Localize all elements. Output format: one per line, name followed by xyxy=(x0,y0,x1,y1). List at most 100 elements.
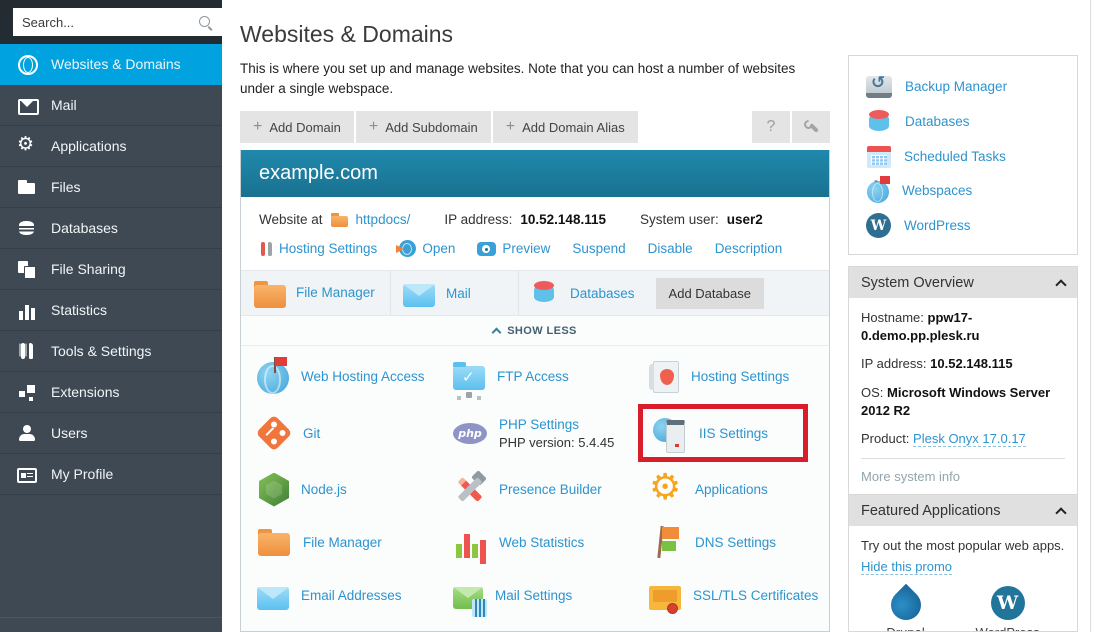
feature-ssl-certificates[interactable]: SSL/TLS Certificates xyxy=(647,569,829,622)
feature-web-hosting-access[interactable]: Web Hosting Access xyxy=(255,350,451,403)
search-input[interactable] xyxy=(22,15,198,30)
sidebar-item-files[interactable]: Files xyxy=(0,167,222,208)
certificate-icon xyxy=(649,586,681,610)
feature-label: Email Addresses xyxy=(301,588,402,603)
feature-ftp-access[interactable]: FTP Access xyxy=(451,350,647,403)
scrollbar-track[interactable] xyxy=(1090,0,1091,632)
feature-email-addresses[interactable]: Email Addresses xyxy=(255,569,451,622)
quick-link-scheduled-tasks[interactable]: Scheduled Tasks xyxy=(849,139,1077,173)
sidebar-item-file-sharing[interactable]: File Sharing xyxy=(0,249,222,290)
file-manager-shortcut[interactable]: File Manager xyxy=(241,271,391,315)
mail-icon xyxy=(403,284,435,307)
search-box[interactable] xyxy=(13,8,222,36)
database-icon xyxy=(531,279,559,307)
sidebar-item-applications[interactable]: Applications xyxy=(0,126,222,167)
feature-applications[interactable]: Applications xyxy=(647,463,829,516)
sidebar-item-tools-settings[interactable]: Tools & Settings xyxy=(0,331,222,372)
feature-dns-settings[interactable]: DNS Settings xyxy=(647,516,829,569)
add-database-button[interactable]: Add Database xyxy=(656,278,764,309)
sidebar-item-extensions[interactable]: Extensions xyxy=(0,372,222,413)
docroot-link[interactable]: httpdocs/ xyxy=(356,212,411,227)
system-overview-header[interactable]: System Overview xyxy=(849,267,1077,298)
collapse-icon[interactable] xyxy=(1055,507,1066,518)
disable-link[interactable]: Disable xyxy=(648,241,693,256)
collapse-icon[interactable] xyxy=(1055,279,1066,290)
button-label: Add Domain xyxy=(269,120,341,135)
quick-links-panel: Backup Manager Databases Scheduled Tasks… xyxy=(848,55,1078,255)
feature-git[interactable]: Git xyxy=(255,403,451,463)
app-wordpress[interactable]: WordPress xyxy=(976,586,1040,632)
hosting-settings-icon xyxy=(653,361,679,393)
presence-builder-icon xyxy=(453,473,487,507)
shortcut-label: Mail xyxy=(446,286,471,301)
ip-label: IP address: xyxy=(444,212,512,227)
action-label: Open xyxy=(422,241,455,256)
databases-shortcut[interactable]: Databases Add Database xyxy=(519,271,829,315)
globe-icon xyxy=(17,54,37,74)
sidebar-item-websites-domains[interactable]: Websites & Domains xyxy=(0,44,222,85)
quick-link-label: WordPress xyxy=(904,218,971,233)
sidebar: Websites & Domains Mail Applications Fil… xyxy=(0,0,222,632)
preview-link[interactable]: Preview xyxy=(477,241,550,256)
feature-mail-settings[interactable]: Mail Settings xyxy=(451,569,647,622)
main-content-header: Websites & Domains This is where you set… xyxy=(240,0,830,143)
feature-file-manager[interactable]: File Manager xyxy=(255,516,451,569)
featured-applications-header[interactable]: Featured Applications xyxy=(849,495,1077,526)
feature-hosting-settings[interactable]: Hosting Settings xyxy=(647,350,829,403)
feature-php-settings[interactable]: PHP Settings PHP version: 5.4.45 xyxy=(451,403,647,463)
quick-link-backup-manager[interactable]: Backup Manager xyxy=(849,69,1077,103)
mail-shortcut[interactable]: Mail xyxy=(391,271,519,315)
backup-manager-icon xyxy=(866,76,892,98)
hide-promo-link[interactable]: Hide this promo xyxy=(861,559,952,575)
wordpress-icon xyxy=(991,586,1025,620)
suspend-link[interactable]: Suspend xyxy=(572,241,625,256)
sidebar-item-mail[interactable]: Mail xyxy=(0,85,222,126)
more-system-info-link[interactable]: More system info xyxy=(861,469,960,484)
feature-label: Applications xyxy=(695,482,768,497)
panel-title: Featured Applications xyxy=(861,503,1000,519)
blocks-icon xyxy=(17,382,37,402)
quick-link-wordpress[interactable]: WordPress xyxy=(849,208,1077,243)
open-link[interactable]: Open xyxy=(399,240,455,257)
sidebar-item-label: Files xyxy=(51,179,81,195)
add-domain-button[interactable]: + Add Domain xyxy=(240,111,354,143)
feature-grid: Web Hosting Access FTP Access Hosting Se… xyxy=(241,346,829,622)
sidebar-item-statistics[interactable]: Statistics xyxy=(0,290,222,331)
feature-presence-builder[interactable]: Presence Builder xyxy=(451,463,647,516)
featured-applications-body: Try out the most popular web apps. Hide … xyxy=(849,526,1077,632)
shortcut-label: Databases xyxy=(570,286,635,301)
os-line: OS: Microsoft Windows Server 2012 R2 xyxy=(861,384,1065,420)
promo-text: Try out the most popular web apps. xyxy=(861,537,1065,555)
dns-settings-icon xyxy=(649,526,683,560)
feature-nodejs[interactable]: Node.js xyxy=(255,463,451,516)
feature-label: DNS Settings xyxy=(695,535,776,550)
sidebar-item-label: Extensions xyxy=(51,384,119,400)
domain-card-info: Website at httpdocs/ IP address: 10.52.1… xyxy=(241,197,829,270)
sidebar-item-my-profile[interactable]: My Profile xyxy=(0,454,222,495)
help-button[interactable]: ? xyxy=(752,111,790,143)
change-view-button[interactable]: Change View xyxy=(0,617,222,632)
add-subdomain-button[interactable]: + Add Subdomain xyxy=(356,111,491,143)
domain-card: example.com Website at httpdocs/ IP addr… xyxy=(240,150,830,632)
gear-icon xyxy=(17,136,37,156)
quick-link-databases[interactable]: Databases xyxy=(849,103,1077,139)
toolbar: + Add Domain + Add Subdomain + Add Domai… xyxy=(240,111,830,143)
os-label: OS: xyxy=(861,385,883,400)
feature-web-statistics[interactable]: Web Statistics xyxy=(451,516,647,569)
app-drupal[interactable]: Drupal xyxy=(886,586,924,632)
quick-link-webspaces[interactable]: Webspaces xyxy=(849,173,1077,208)
settings-button[interactable] xyxy=(792,111,830,143)
product-version-link[interactable]: Plesk Onyx 17.0.17 xyxy=(913,431,1026,447)
add-domain-alias-button[interactable]: + Add Domain Alias xyxy=(493,111,638,143)
description-link[interactable]: Description xyxy=(715,241,783,256)
show-less-toggle[interactable]: SHOW LESS xyxy=(241,316,829,346)
sidebar-item-databases[interactable]: Databases xyxy=(0,208,222,249)
chevron-up-icon xyxy=(492,327,502,337)
domain-info-line: Website at httpdocs/ IP address: 10.52.1… xyxy=(259,212,811,227)
mail-icon xyxy=(17,95,37,115)
domain-actions: Hosting Settings Open Preview Suspend Di… xyxy=(259,240,811,257)
sidebar-item-users[interactable]: Users xyxy=(0,413,222,454)
hosting-settings-link[interactable]: Hosting Settings xyxy=(259,241,377,257)
domain-card-header: example.com xyxy=(241,150,829,197)
feature-iis-settings-highlighted[interactable]: IIS Settings xyxy=(643,409,803,457)
